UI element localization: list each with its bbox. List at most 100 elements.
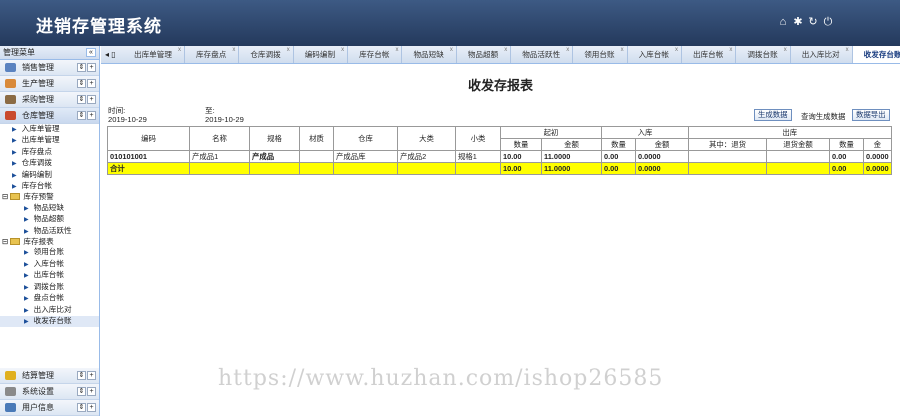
tab-4[interactable]: 库存台帐 x <box>348 46 403 63</box>
close-icon[interactable]: x <box>566 46 569 59</box>
close-icon[interactable]: x <box>846 46 849 59</box>
tree-item[interactable]: ▶ 物品活跃性 <box>0 226 99 237</box>
tab-2[interactable]: 仓库调拨 x <box>239 46 294 63</box>
close-icon[interactable]: x <box>232 46 235 59</box>
power-icon[interactable]: ⏻ <box>822 16 834 28</box>
expand-button[interactable]: + <box>87 63 96 72</box>
expand-button[interactable]: + <box>87 403 96 412</box>
sort-button[interactable]: ⇕ <box>77 111 86 120</box>
col-opening: 起初 <box>500 126 602 139</box>
refresh-icon[interactable]: ↻ <box>807 16 819 28</box>
generate-data-button[interactable]: 生成数据 <box>754 109 792 121</box>
tree-item[interactable]: ▶ 仓库调拨 <box>0 158 99 169</box>
tab-11[interactable]: 调拨台账 x <box>736 46 791 63</box>
home-icon[interactable]: ⌂ <box>777 16 789 28</box>
tree-item[interactable]: ▶ 领用台账 <box>0 247 99 258</box>
tab-6[interactable]: 物品超额 x <box>457 46 512 63</box>
tab-10[interactable]: 出库台帐 x <box>682 46 737 63</box>
tree-item[interactable]: ▶ 盘点台帐 <box>0 293 99 304</box>
tab-3[interactable]: 编码编制 x <box>294 46 349 63</box>
export-data-button[interactable]: 数据导出 <box>852 109 890 121</box>
arrow-icon: ▶ <box>24 284 29 291</box>
close-icon[interactable]: x <box>504 46 507 59</box>
tab-5[interactable]: 物品短缺 x <box>402 46 457 63</box>
sort-button[interactable]: ⇕ <box>77 371 86 380</box>
tab-7[interactable]: 物品活跃性 x <box>511 46 574 63</box>
expand-button[interactable]: + <box>87 387 96 396</box>
close-icon[interactable]: x <box>341 46 344 59</box>
tree-item-label: 物品活跃性 <box>33 225 72 235</box>
report-panel: 收发存报表 时间: 2019-10-29 至: 2019-10-29 生成数据 … <box>101 65 900 416</box>
group-buttons: ⇕ + <box>77 79 96 88</box>
collapse-sidebar-button[interactable]: « <box>86 48 96 57</box>
sort-button[interactable]: ⇕ <box>77 403 86 412</box>
sidebar-group-top-1[interactable]: 生产管理 ⇕ + <box>0 76 99 92</box>
expand-button[interactable]: + <box>87 95 96 104</box>
tab-label: 领用台账 <box>584 50 615 59</box>
close-icon[interactable]: x <box>729 46 732 59</box>
tree-item[interactable]: ▶ 库存台帐 <box>0 181 99 192</box>
tree-item[interactable]: ▶ 入库台帐 <box>0 259 99 270</box>
group-icon <box>5 95 16 104</box>
close-icon[interactable]: x <box>784 46 787 59</box>
close-icon[interactable]: x <box>178 46 181 59</box>
expand-button[interactable]: + <box>87 111 96 120</box>
sidebar: 管理菜单 « 销售管理 ⇕ + 生产管理 ⇕ + 采购管理 ⇕ + 仓库管理 ⇕ + ▶ 入库单管理 ▶ 出… <box>0 46 100 416</box>
report-title: 收发存报表 <box>467 78 533 93</box>
col-warehouse: 仓库 <box>333 126 398 151</box>
table-row[interactable]: 010101001 产成品1 产成品 产成品库 产成品2 规格1 10.00 1… <box>107 150 892 163</box>
date-to-field[interactable]: 2019-10-29 <box>205 115 244 124</box>
close-icon[interactable]: x <box>287 46 290 59</box>
sidebar-group-label: 生产管理 <box>22 79 54 88</box>
group-buttons: ⇕ + <box>77 95 96 104</box>
sidebar-group-top-0[interactable]: 销售管理 ⇕ + <box>0 60 99 76</box>
tree-item[interactable]: ▶ 编码编制 <box>0 170 99 181</box>
tab-13[interactable]: 收发存台账x <box>852 46 900 63</box>
gear-icon[interactable]: ✱ <box>792 16 804 28</box>
app-title: 进销存管理系统 <box>36 17 162 36</box>
query-generated-data-link[interactable]: 查询生成数据 <box>801 111 845 122</box>
close-icon[interactable]: x <box>395 46 398 59</box>
arrow-icon: ▶ <box>24 250 29 257</box>
tab-12[interactable]: 出入库比对 x <box>791 46 853 63</box>
tab-0[interactable]: 出库单管理 x <box>123 46 185 63</box>
tree-item[interactable]: ⊟ 库存预警 <box>0 192 99 202</box>
sidebar-group-top-2[interactable]: 采购管理 ⇕ + <box>0 92 99 108</box>
close-icon[interactable]: x <box>675 46 678 59</box>
tree-item[interactable]: ▶ 调拨台账 <box>0 282 99 293</box>
expand-button[interactable]: + <box>87 79 96 88</box>
tab-8[interactable]: 领用台账 x <box>573 46 628 63</box>
sidebar-group-label: 系统设置 <box>22 387 54 396</box>
tab-scroll-left-button[interactable]: ◂ ▯ <box>101 46 123 63</box>
tab-9[interactable]: 入库台帐 x <box>628 46 682 63</box>
sidebar-group-bottom-0[interactable]: 结算管理 ⇕ + <box>0 368 99 384</box>
tree-item-label: 物品超额 <box>33 214 64 224</box>
sidebar-group-top-3[interactable]: 仓库管理 ⇕ + <box>0 108 99 124</box>
tree-item[interactable]: ▶ 收发存台账 <box>0 315 99 328</box>
tree-item[interactable]: ▶ 出库台帐 <box>0 270 99 281</box>
tree-item[interactable]: ▶ 物品短缺 <box>0 203 99 214</box>
tab-1[interactable]: 库存盘点 x <box>185 46 240 63</box>
sort-button[interactable]: ⇕ <box>77 387 86 396</box>
col-code: 编码 <box>107 126 190 151</box>
arrow-icon: ▶ <box>12 138 17 145</box>
sort-button[interactable]: ⇕ <box>77 63 86 72</box>
tree-item[interactable]: ▶ 入库单管理 <box>0 124 99 135</box>
tree-item[interactable]: ▶ 出入库比对 <box>0 305 99 316</box>
cell-name: 产成品1 <box>189 150 250 163</box>
tree-item[interactable]: ⊟ 库存报表 <box>0 237 99 247</box>
sort-button[interactable]: ⇕ <box>77 95 86 104</box>
cell-return-amount <box>766 150 830 163</box>
tree-item[interactable]: ▶ 库存盘点 <box>0 147 99 158</box>
close-icon[interactable]: x <box>450 46 453 59</box>
sort-button[interactable]: ⇕ <box>77 79 86 88</box>
tree-item[interactable]: ▶ 物品超额 <box>0 214 99 225</box>
sidebar-group-bottom-2[interactable]: 用户信息 ⇕ + <box>0 400 99 416</box>
sidebar-group-bottom-1[interactable]: 系统设置 ⇕ + <box>0 384 99 400</box>
tree-item[interactable]: ▶ 出库单管理 <box>0 135 99 146</box>
close-icon[interactable]: x <box>621 46 624 59</box>
collapse-icon[interactable]: ⊟ <box>2 192 8 201</box>
expand-button[interactable]: + <box>87 371 96 380</box>
date-from-field[interactable]: 2019-10-29 <box>108 115 147 124</box>
collapse-icon[interactable]: ⊟ <box>2 237 8 246</box>
